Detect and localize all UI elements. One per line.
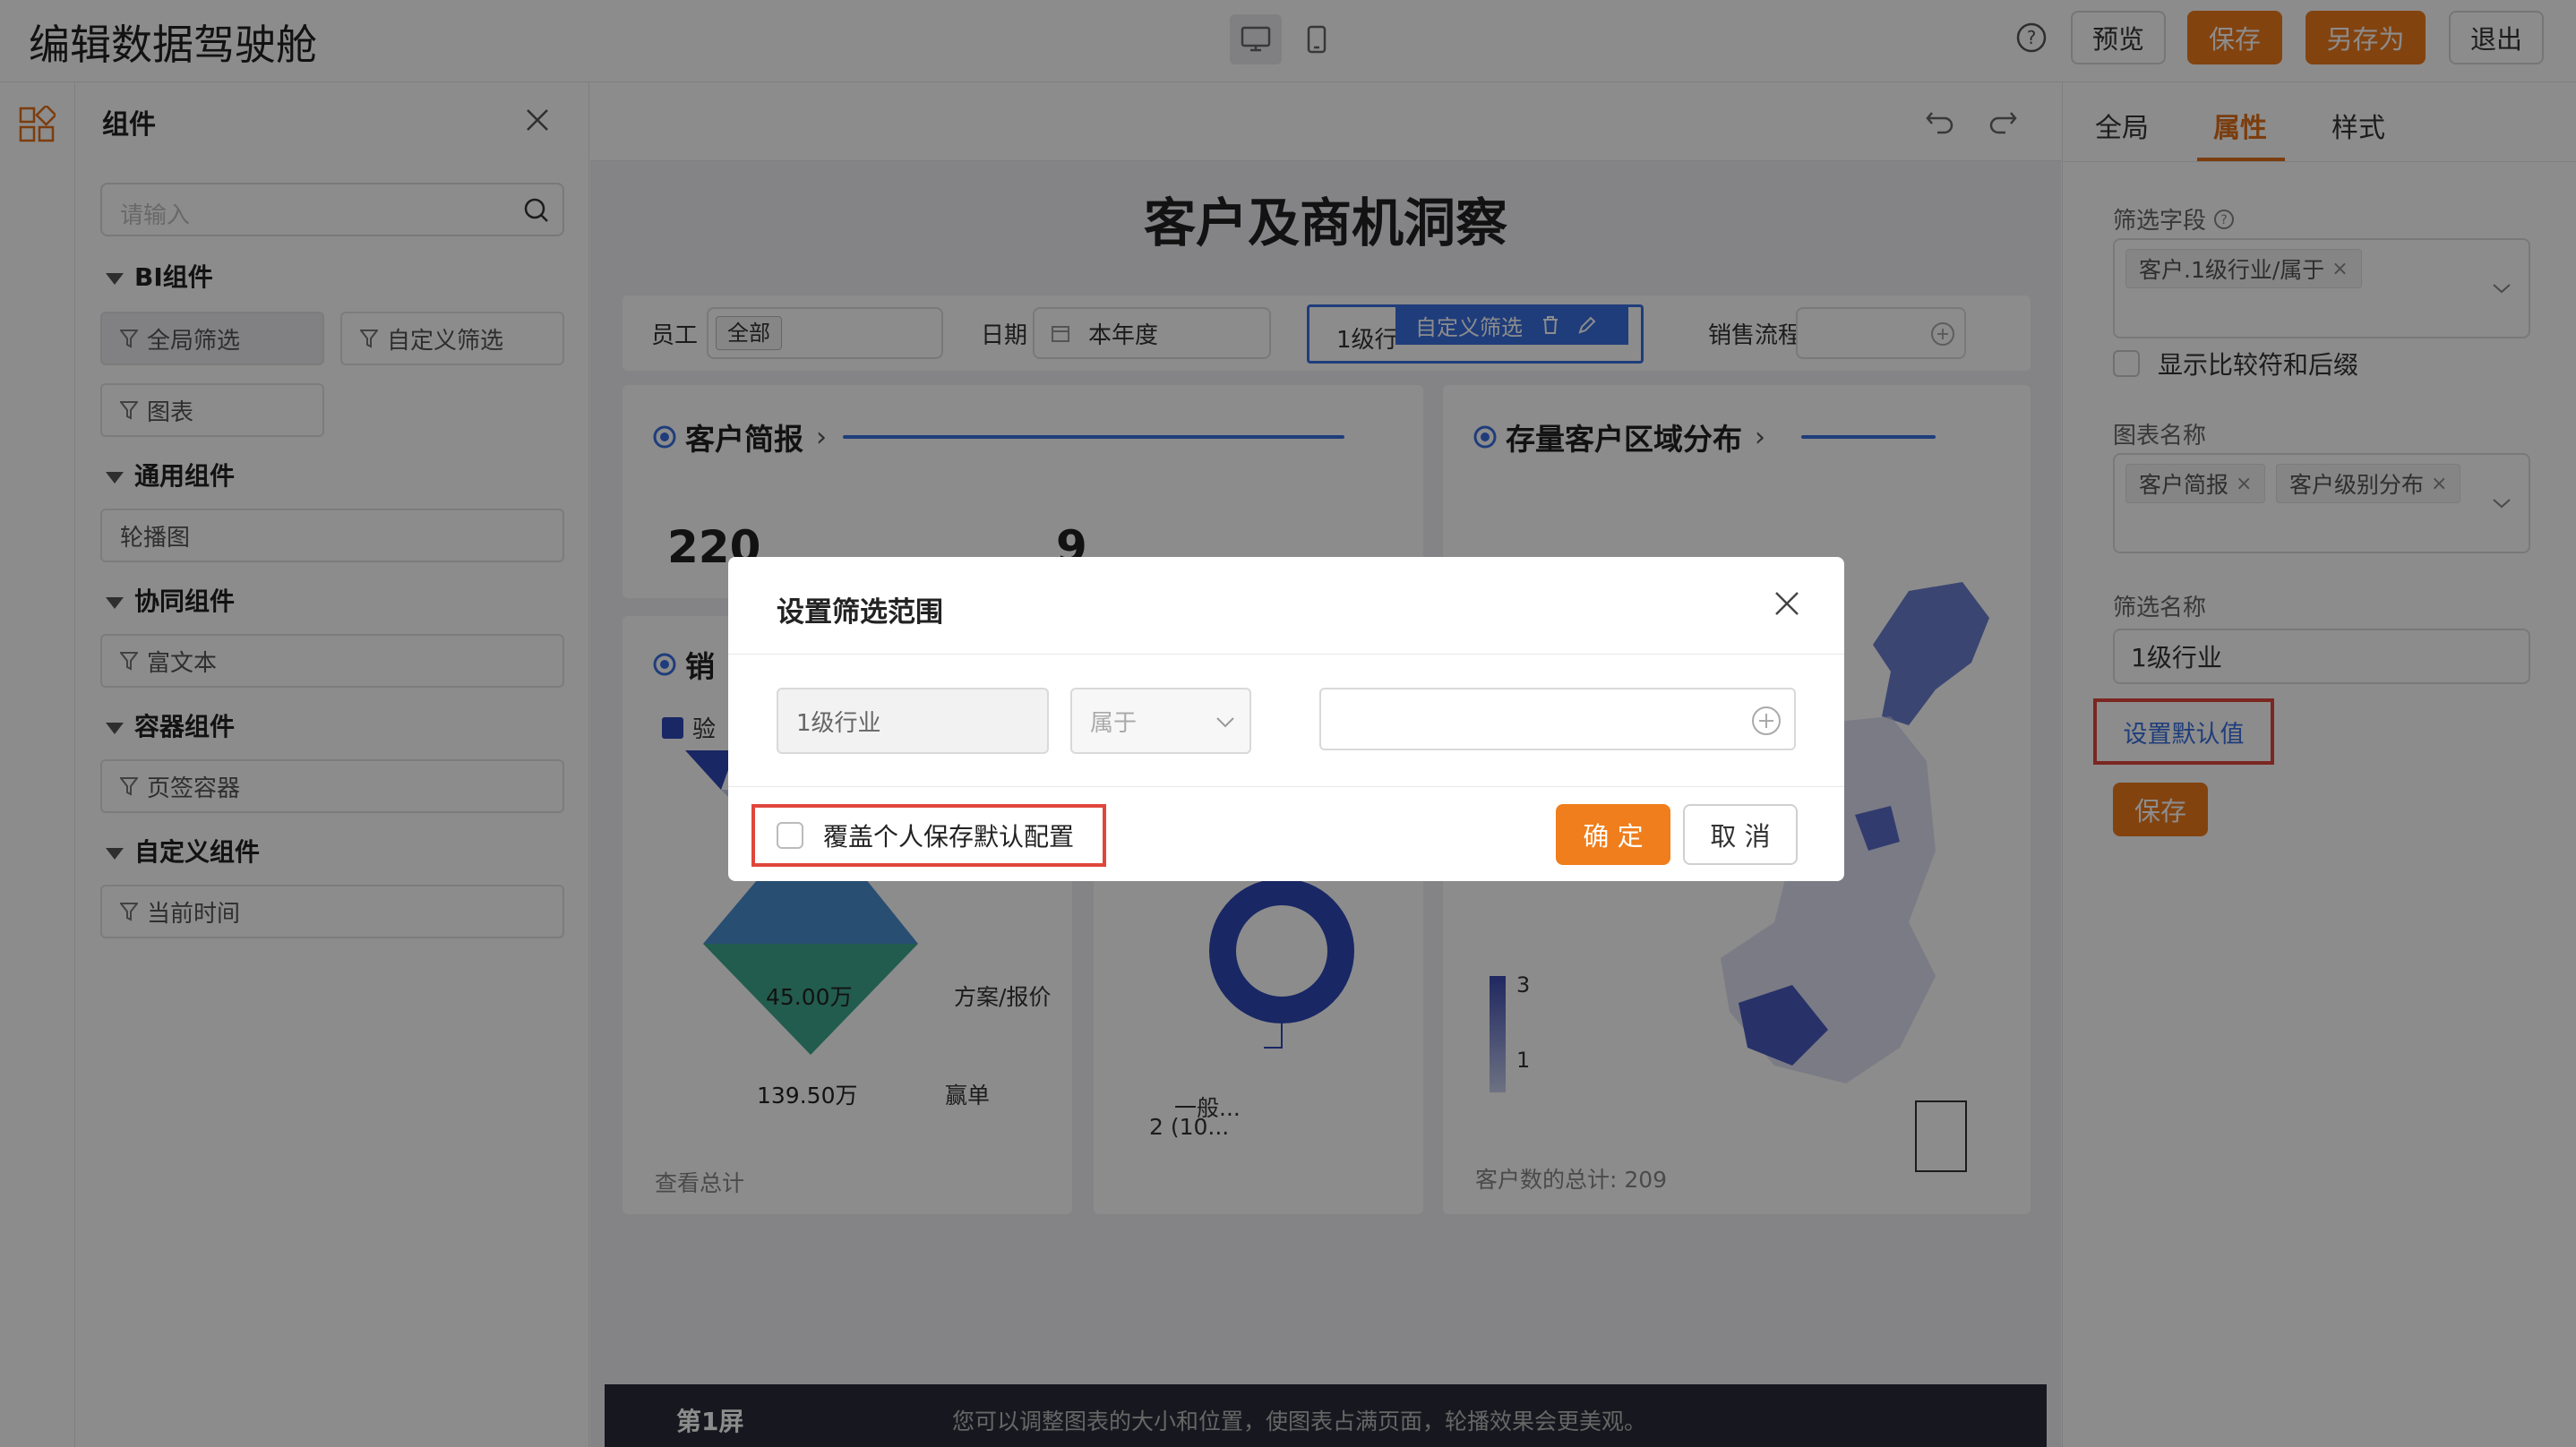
chevron-down-icon bbox=[1216, 717, 1234, 728]
modal-title: 设置筛选范围 bbox=[777, 596, 943, 629]
filter-value-input[interactable] bbox=[1319, 688, 1796, 750]
cancel-button[interactable]: 取 消 bbox=[1683, 804, 1798, 865]
add-circle-icon[interactable] bbox=[1751, 706, 1782, 736]
close-icon[interactable] bbox=[1773, 589, 1801, 618]
override-checkbox[interactable] bbox=[777, 822, 803, 849]
modal-field-input: 1级行业 bbox=[777, 688, 1049, 754]
filter-range-modal: 设置筛选范围 1级行业 属于 覆盖个人保存默认配置 确 定 取 消 bbox=[728, 557, 1844, 881]
confirm-button[interactable]: 确 定 bbox=[1556, 804, 1670, 865]
override-default-highlight: 覆盖个人保存默认配置 bbox=[751, 804, 1106, 867]
override-label: 覆盖个人保存默认配置 bbox=[823, 822, 1075, 852]
operator-select[interactable]: 属于 bbox=[1070, 688, 1251, 754]
